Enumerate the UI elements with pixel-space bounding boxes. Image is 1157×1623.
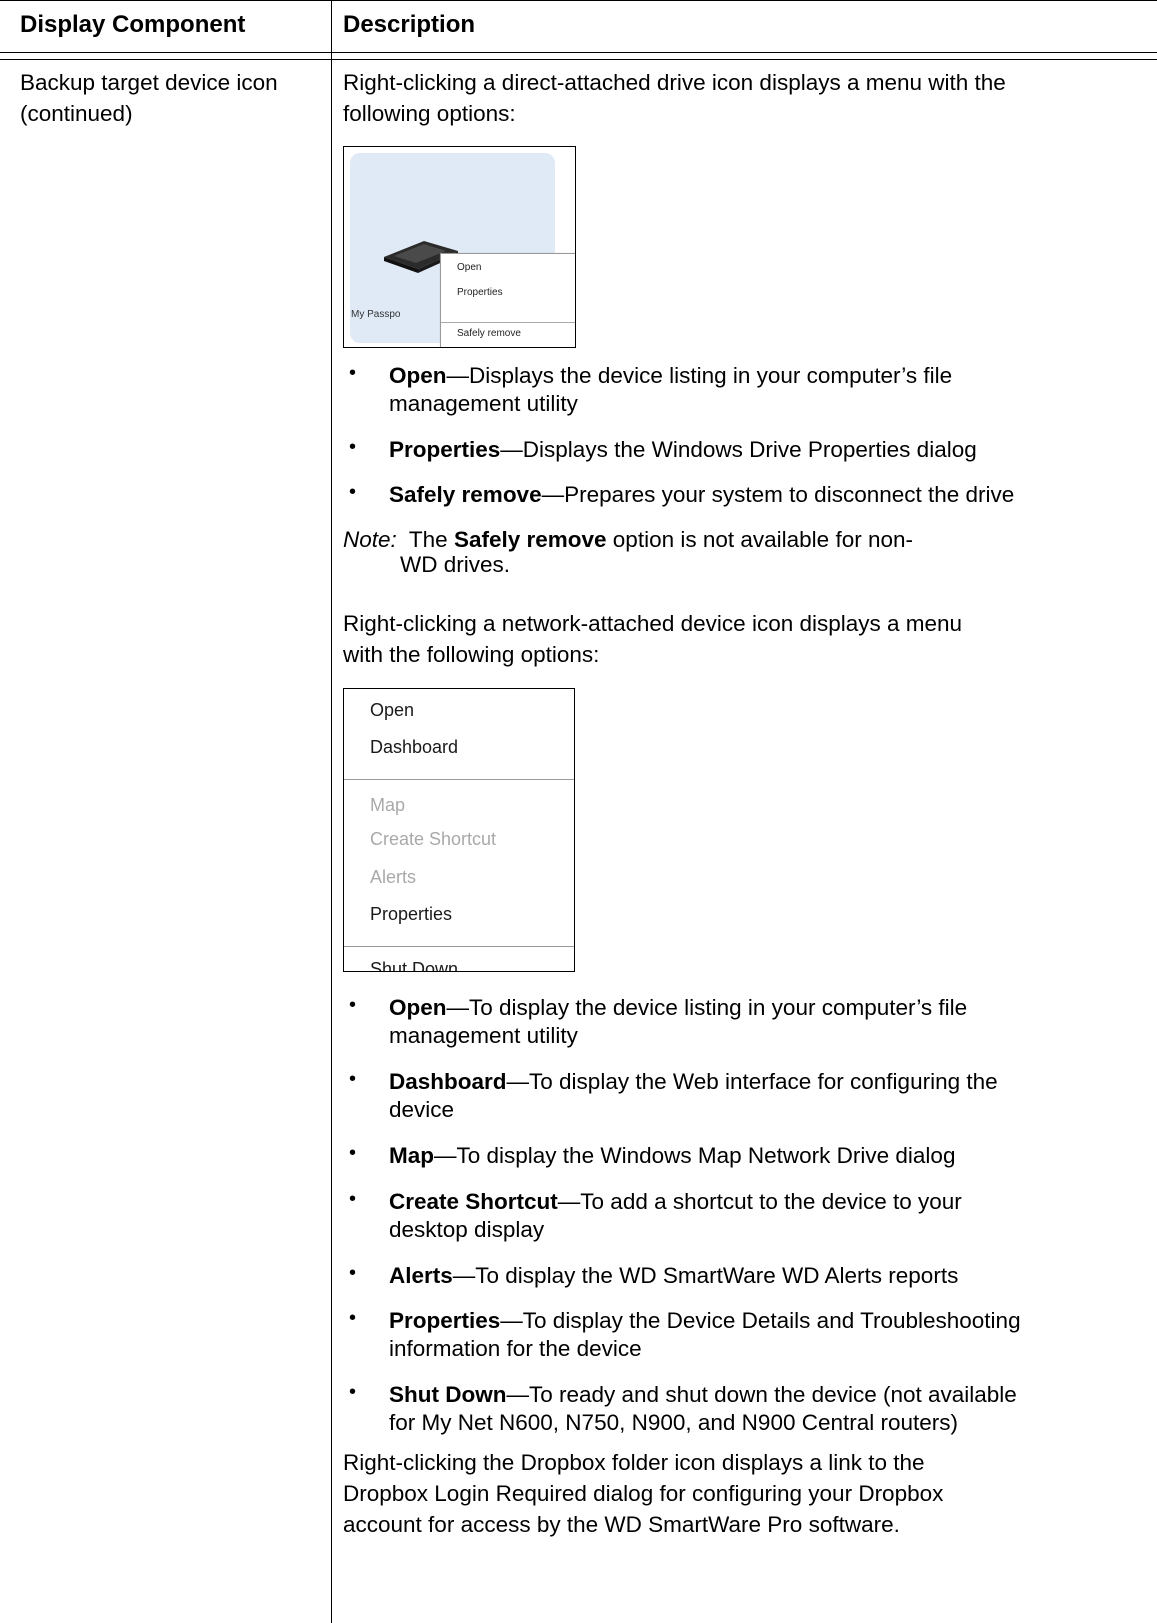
direct-intro-line1: Right-clicking a direct-attached drive i… <box>343 70 1006 95</box>
direct-intro-line2: following options: <box>343 101 516 126</box>
bullet: • <box>349 481 357 503</box>
menu-item-map: Map <box>370 795 406 815</box>
column-divider <box>331 0 332 1623</box>
menu-item-properties[interactable]: Properties <box>370 904 452 925</box>
menu-item-create-shortcut: Create Shortcut <box>370 829 497 849</box>
network-option-map: Map—To display the Windows Map Network D… <box>389 1143 956 1168</box>
network-option-shut-down: Shut Down—To ready and shut down the dev… <box>389 1382 1017 1435</box>
header-rule-bottom <box>0 59 1157 60</box>
bullet: • <box>349 436 357 458</box>
network-option-alerts: Alerts—To display the WD SmartWare WD Al… <box>389 1263 959 1288</box>
bullet: • <box>349 1188 357 1210</box>
network-option-create-shortcut: Create Shortcut—To add a shortcut to the… <box>389 1189 962 1242</box>
component-name-line2: (continued) <box>20 101 133 126</box>
header-description: Description <box>343 11 476 38</box>
component-name-line1: Backup target device icon <box>20 70 278 95</box>
network-option-open: Open—To display the device listing in yo… <box>389 995 968 1048</box>
header-display-component: Display Component <box>20 11 246 38</box>
menu-item-dashboard[interactable]: Dashboard <box>370 737 458 758</box>
dropbox-line3: account for access by the WD SmartWare P… <box>343 1512 900 1537</box>
note-line2: WD drives. <box>400 552 511 577</box>
direct-option-properties: Properties—Displays the Windows Drive Pr… <box>389 437 977 462</box>
direct-attached-menu-screenshot: My Passpo Open Properties Safely remove <box>343 146 576 348</box>
bullet: • <box>349 1307 357 1329</box>
bullet: • <box>349 994 357 1016</box>
menu-item-safely-remove[interactable]: Safely remove <box>457 328 521 339</box>
table-header: Display Component Description <box>0 0 1157 53</box>
direct-option-open: Open—Displays the device listing in your… <box>389 363 953 416</box>
menu-item-properties[interactable]: Properties <box>457 287 503 298</box>
menu-item-shut-down[interactable]: Shut Down <box>370 959 458 971</box>
menu-separator <box>344 946 574 947</box>
context-menu: Open Properties Safely remove <box>440 253 575 347</box>
menu-separator <box>441 322 575 323</box>
network-option-properties: Properties—To display the Device Details… <box>389 1308 1021 1361</box>
menu-separator <box>344 779 574 780</box>
menu-item-open[interactable]: Open <box>370 700 414 721</box>
network-intro-line1: Right-clicking a network-attached device… <box>343 611 963 636</box>
dropbox-line1: Right-clicking the Dropbox folder icon d… <box>343 1450 925 1475</box>
direct-option-safely-remove: Safely remove—Prepares your system to di… <box>389 482 1015 507</box>
header-rule-top <box>0 52 1157 53</box>
network-option-dashboard: Dashboard—To display the Web interface f… <box>389 1069 998 1122</box>
network-intro-line2: with the following options: <box>343 642 600 667</box>
dropbox-line2: Dropbox Login Required dialog for config… <box>343 1481 944 1506</box>
bullet: • <box>349 1142 357 1164</box>
bullet: • <box>349 1068 357 1090</box>
bullet: • <box>349 1262 357 1284</box>
bullet: • <box>349 362 357 384</box>
network-attached-menu-screenshot: Open Dashboard Map Create Shortcut Alert… <box>343 688 575 972</box>
bullet: • <box>349 1381 357 1403</box>
menu-item-alerts: Alerts <box>370 867 417 887</box>
menu-item-open[interactable]: Open <box>457 262 481 273</box>
device-tile-label: My Passpo <box>351 309 401 320</box>
